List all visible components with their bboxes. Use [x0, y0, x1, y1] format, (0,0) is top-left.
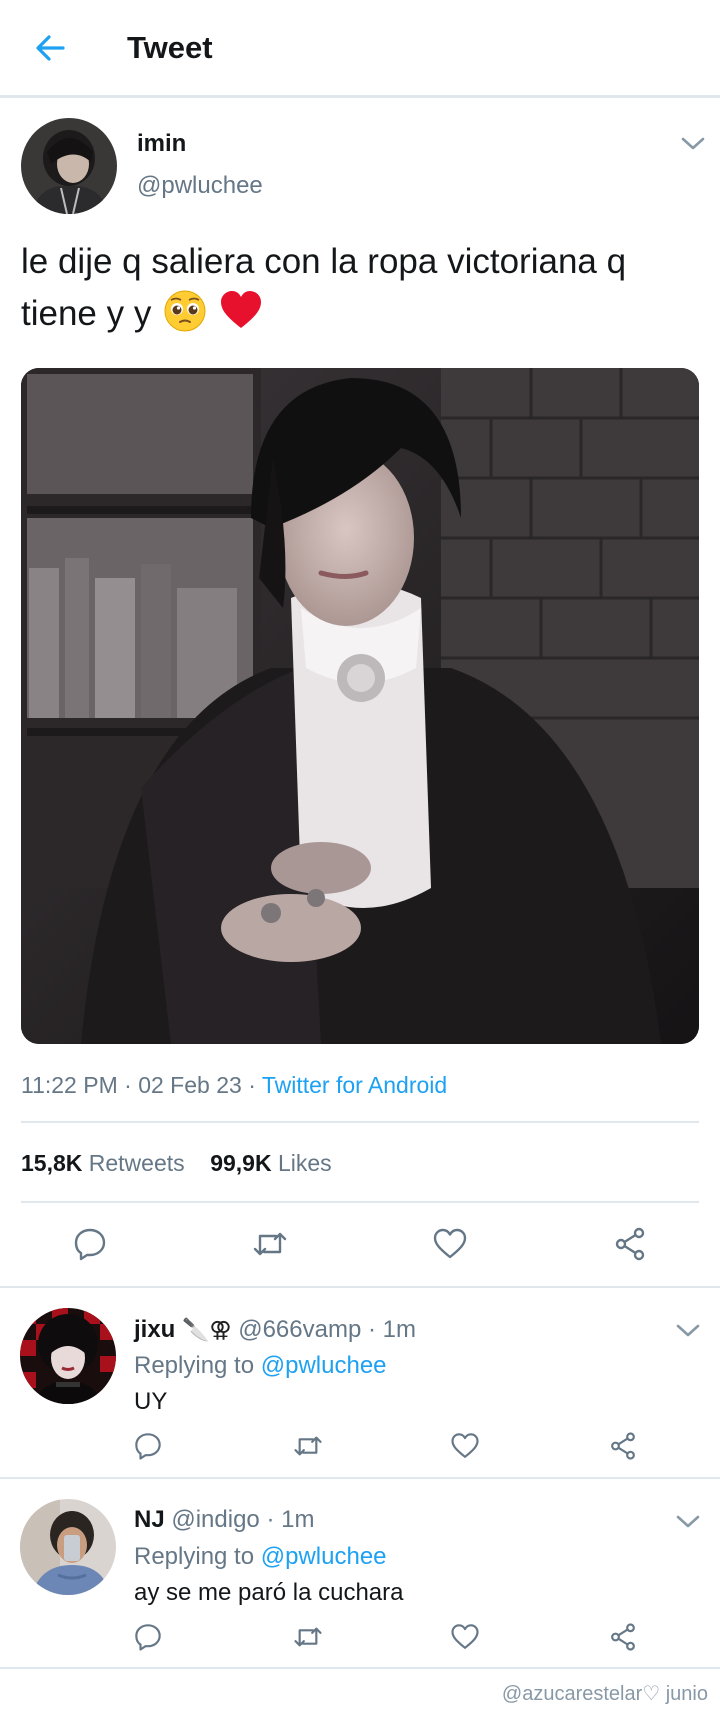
- pleading-face-emoji: [164, 290, 206, 332]
- tweet-stats: 15,8K Retweets 99,9K Likes: [21, 1150, 332, 1177]
- share-button[interactable]: [610, 1224, 650, 1264]
- retweet-icon: [253, 1232, 287, 1256]
- like-icon: [433, 1228, 467, 1259]
- knife-emoji: 🔪: [182, 1317, 210, 1342]
- retweet-button[interactable]: [250, 1224, 290, 1264]
- reply-author-handle[interactable]: @indigo: [171, 1506, 259, 1533]
- tweet-source-link[interactable]: Twitter for Android: [262, 1072, 447, 1098]
- replying-to: Replying to @pwluchee: [134, 1543, 387, 1570]
- reply-author-handle[interactable]: @666vamp: [238, 1316, 361, 1343]
- share-icon: [611, 1432, 635, 1460]
- author-name[interactable]: imin: [137, 130, 186, 158]
- divider: [0, 1286, 720, 1288]
- retweet-icon: [294, 1627, 322, 1647]
- reply-time: 1m: [382, 1316, 416, 1343]
- like-button[interactable]: [445, 1426, 485, 1466]
- tweet-image[interactable]: [21, 368, 699, 1044]
- avatar[interactable]: [21, 118, 117, 214]
- tweet-body: le dije q saliera con la ropa victoriana…: [21, 242, 627, 333]
- divider: [21, 1121, 699, 1123]
- reply-icon: [135, 1433, 161, 1460]
- reply-time: 1m: [281, 1506, 315, 1533]
- like-icon: [451, 1624, 479, 1649]
- divider: [21, 1201, 699, 1203]
- share-button[interactable]: [603, 1426, 643, 1466]
- chevron-down-icon[interactable]: [675, 1323, 701, 1339]
- reply-icon: [74, 1228, 106, 1261]
- divider: [0, 1477, 720, 1479]
- like-button[interactable]: [430, 1224, 470, 1264]
- tweet-text: le dije q saliera con la ropa victoriana…: [21, 236, 701, 340]
- watermark: @azucarestelar♡ junio: [501, 1683, 708, 1705]
- replying-to: Replying to @pwluchee: [134, 1352, 387, 1379]
- reply-button[interactable]: [128, 1617, 168, 1657]
- reply-author-name[interactable]: NJ: [134, 1506, 165, 1533]
- chevron-down-icon[interactable]: [680, 136, 706, 152]
- chevron-down-icon[interactable]: [675, 1514, 701, 1530]
- reply-button[interactable]: [70, 1224, 110, 1264]
- share-icon: [611, 1623, 635, 1651]
- top-bar: Tweet: [0, 0, 720, 98]
- tweet-time: 11:22 PM: [21, 1072, 118, 1098]
- share-button[interactable]: [603, 1617, 643, 1657]
- avatar[interactable]: [20, 1499, 116, 1595]
- retweets-stat[interactable]: 15,8K Retweets: [21, 1150, 185, 1176]
- reply-author-name[interactable]: jixu: [134, 1316, 175, 1343]
- retweet-button[interactable]: [288, 1426, 328, 1466]
- like-button[interactable]: [445, 1617, 485, 1657]
- like-icon: [451, 1433, 479, 1458]
- page-title: Tweet: [127, 30, 213, 65]
- reply-text: UY: [134, 1388, 168, 1415]
- replying-to-link[interactable]: @pwluchee: [261, 1352, 387, 1379]
- red-heart-emoji: [220, 291, 261, 328]
- reply-button[interactable]: [128, 1426, 168, 1466]
- retweet-button[interactable]: [288, 1617, 328, 1657]
- reply-header: NJ @indigo · 1m: [134, 1506, 315, 1533]
- female-symbols-emoji: ⚢: [209, 1317, 232, 1342]
- replying-to-link[interactable]: @pwluchee: [261, 1543, 387, 1570]
- reply-icon: [135, 1624, 161, 1651]
- retweet-icon: [294, 1436, 322, 1456]
- reply-text: ay se me paró la cuchara: [134, 1579, 404, 1606]
- tweet-meta: 11:22 PM · 02 Feb 23 · Twitter for Andro…: [21, 1072, 448, 1098]
- tweet-date: 02 Feb 23: [138, 1072, 242, 1098]
- reply-header: jixu 🔪⚢ @666vamp · 1m: [134, 1316, 416, 1343]
- author-handle[interactable]: @pwluchee: [137, 172, 263, 200]
- back-button[interactable]: [30, 28, 70, 68]
- avatar[interactable]: [20, 1308, 116, 1404]
- likes-stat[interactable]: 99,9K Likes: [210, 1150, 331, 1176]
- arrow-left-icon: [36, 35, 65, 61]
- share-icon: [615, 1227, 645, 1261]
- divider: [0, 1667, 720, 1669]
